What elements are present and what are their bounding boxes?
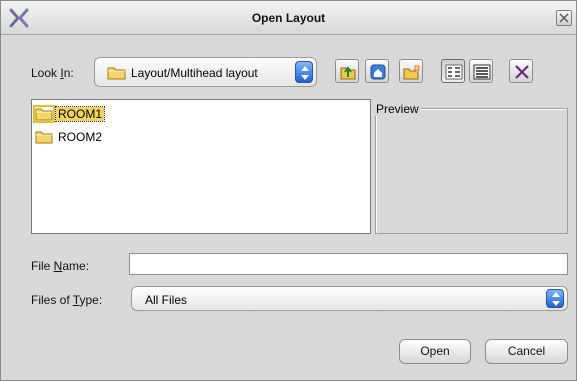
list-view-button[interactable] (441, 59, 465, 83)
up-down-arrows-icon (301, 66, 309, 80)
file-type-label: Files of Type: (31, 293, 103, 307)
folder-icon (107, 67, 126, 80)
preview-title: Preview (375, 102, 421, 116)
details-view-icon (473, 64, 491, 80)
look-in-spinner[interactable] (295, 61, 313, 83)
file-name-text: ROOM2 (58, 130, 103, 144)
delete-icon (515, 65, 529, 79)
open-layout-dialog: Open Layout Look In: Layout/Multihead la… (0, 0, 577, 381)
file-name-text: ROOM1 (54, 106, 106, 122)
details-view-button[interactable] (469, 59, 493, 83)
home-icon (370, 64, 386, 80)
new-folder-icon (403, 64, 421, 80)
file-type-combo[interactable]: All Files (131, 286, 568, 311)
list-view-icon (445, 64, 463, 80)
folder-icon (35, 131, 53, 144)
home-button[interactable] (365, 59, 389, 83)
file-type-spinner[interactable] (546, 289, 564, 308)
close-button[interactable] (556, 10, 572, 26)
look-in-label: Look In: (31, 66, 74, 80)
preview-panel (375, 108, 568, 234)
look-in-value: Layout/Multihead layout (131, 66, 258, 80)
open-button[interactable]: Open (399, 339, 471, 364)
dialog-title: Open Layout (251, 11, 326, 25)
up-down-arrows-icon (552, 292, 560, 306)
title-bar[interactable]: Open Layout (1, 1, 576, 35)
close-icon (559, 13, 569, 23)
list-item-room1[interactable]: ROOM1 (33, 105, 106, 123)
delete-button[interactable] (509, 59, 533, 83)
list-item-room2[interactable]: ROOM2 (35, 128, 104, 146)
look-in-combo[interactable]: Layout/Multihead layout (94, 57, 317, 87)
up-folder-icon (340, 66, 356, 80)
new-folder-button[interactable] (399, 59, 423, 83)
file-name-label: File Name: (31, 259, 90, 273)
file-type-value: All Files (145, 293, 188, 307)
cancel-button[interactable]: Cancel (485, 339, 568, 364)
file-list[interactable]: ROOM1 ROOM2 (31, 99, 371, 234)
file-name-input[interactable] (129, 253, 568, 275)
folder-icon (33, 105, 55, 123)
up-folder-button[interactable] (335, 59, 359, 83)
